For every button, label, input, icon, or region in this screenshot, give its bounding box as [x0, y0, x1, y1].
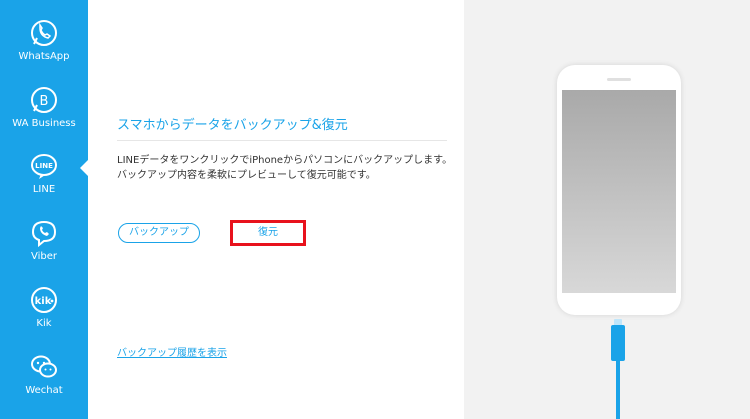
- sidebar-item-label: Wechat: [25, 385, 63, 396]
- sidebar-item-whatsapp[interactable]: WhatsApp: [0, 18, 88, 84]
- sidebar-item-label: LINE: [32, 184, 56, 195]
- phone-screen: [562, 90, 676, 293]
- device-illustration-panel: [464, 0, 750, 419]
- backup-button[interactable]: バックアップ: [118, 223, 200, 243]
- phone-speaker: [607, 78, 631, 81]
- wechat-icon: [31, 355, 57, 378]
- sidebar-item-wa-business[interactable]: B WA Business: [0, 85, 88, 151]
- sidebar-item-label: Kik: [36, 318, 52, 329]
- viber-icon: [31, 220, 57, 248]
- restore-button[interactable]: 復元: [230, 220, 306, 246]
- phone-illustration: [557, 65, 681, 315]
- description-line-1: LINEデータをワンクリックでiPhoneからパソコンにバックアップします。: [117, 155, 453, 166]
- usb-cable: [616, 361, 620, 419]
- kik-icon: kik: [31, 287, 57, 313]
- sidebar-item-label: WA Business: [12, 118, 76, 129]
- sidebar: WhatsApp B WA Business LINE LINE Viber k…: [0, 0, 88, 419]
- description-line-2: バックアップ内容を柔軟にプレビューして復元可能です。: [117, 170, 376, 181]
- svg-text:LINE: LINE: [35, 162, 53, 170]
- sidebar-item-line[interactable]: LINE LINE: [0, 151, 88, 217]
- wa-business-icon: B: [31, 87, 57, 113]
- description: LINEデータをワンクリックでiPhoneからパソコンにバックアップします。 バ…: [117, 153, 452, 183]
- sidebar-item-wechat[interactable]: Wechat: [0, 352, 88, 418]
- line-icon: LINE: [31, 154, 57, 179]
- backup-history-link[interactable]: バックアップ履歴を表示: [117, 344, 227, 359]
- cable-connector: [611, 325, 625, 361]
- active-indicator: [80, 160, 88, 176]
- sidebar-item-label: WhatsApp: [18, 51, 70, 62]
- page-title: スマホからデータをバックアップ&復元: [117, 118, 348, 133]
- sidebar-item-viber[interactable]: Viber: [0, 218, 88, 284]
- svg-text:B: B: [40, 94, 49, 109]
- whatsapp-icon: [31, 20, 57, 46]
- main-panel: スマホからデータをバックアップ&復元 LINEデータをワンクリックでiPhone…: [88, 0, 464, 419]
- sidebar-item-label: Viber: [30, 251, 57, 262]
- title-divider: [117, 140, 447, 141]
- sidebar-item-kik[interactable]: kik Kik: [0, 285, 88, 351]
- svg-text:kik: kik: [35, 296, 52, 307]
